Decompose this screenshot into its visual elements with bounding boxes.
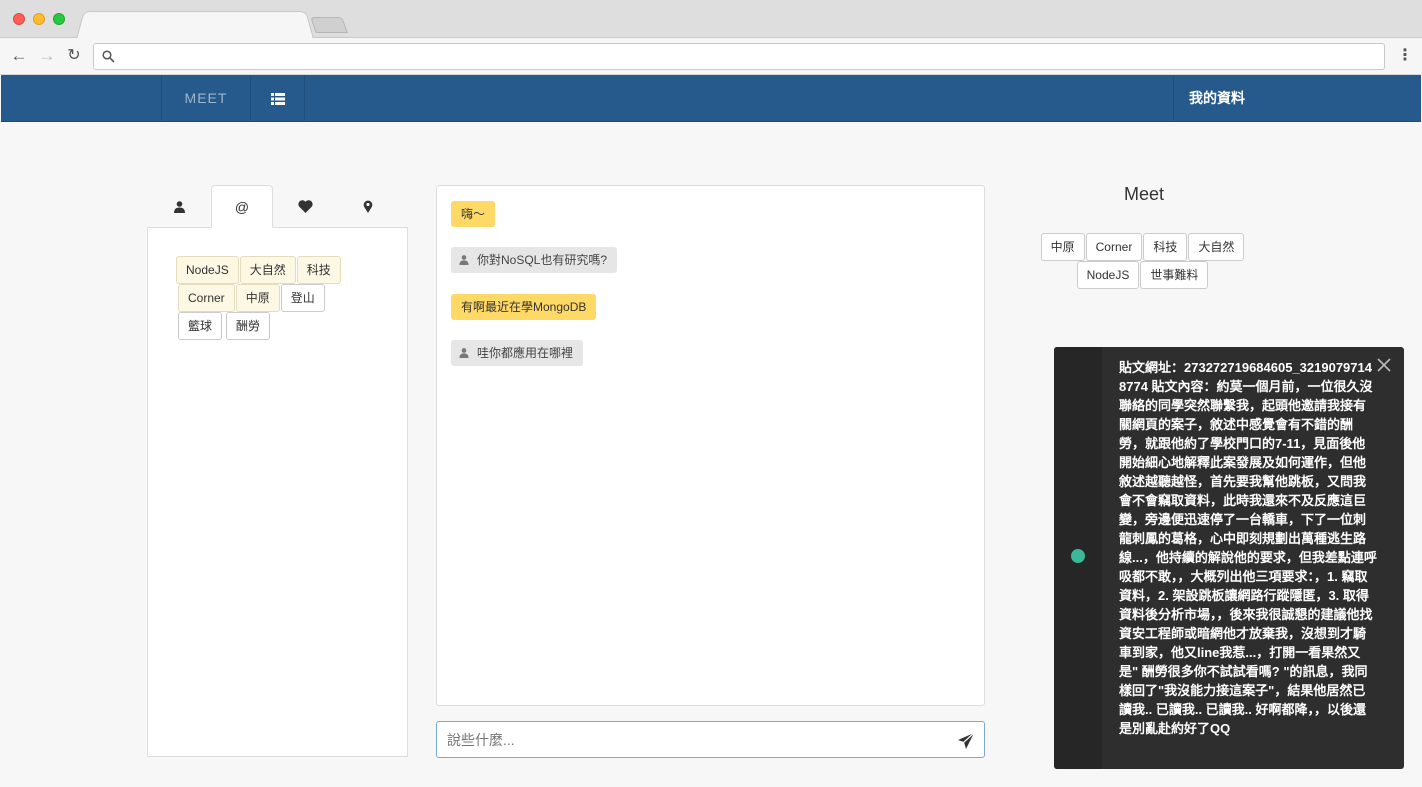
forward-arrow-icon[interactable]: → <box>37 46 57 66</box>
interest-tag[interactable]: 科技 <box>296 256 341 284</box>
message-text: 哇你都應用在哪裡 <box>477 346 574 360</box>
match-tag-list: 中原 Corner 科技 大自然 NodeJS 世事難料 <box>1030 233 1256 289</box>
match-tag[interactable]: 大自然 <box>1188 233 1245 261</box>
at-label: @ <box>234 198 250 215</box>
status-dot-icon <box>1071 549 1085 563</box>
minimize-window-button[interactable] <box>33 13 45 25</box>
close-window-button[interactable] <box>13 13 25 25</box>
match-tag[interactable]: 科技 <box>1143 233 1188 261</box>
interest-tag[interactable]: Corner <box>178 284 235 312</box>
list-menu-button[interactable] <box>251 75 305 122</box>
chat-window: 嗨～ 你對NoSQL也有研究嗎? 有啊最近在學MongoDB 哇你都應用在哪裡 <box>436 185 985 706</box>
app-navbar: MEET 我的資料 <box>1 75 1421 122</box>
left-tab-bar: @ <box>148 185 408 228</box>
heart-icon <box>297 200 313 213</box>
address-bar[interactable] <box>93 43 1385 70</box>
user-icon <box>459 255 469 265</box>
send-icon[interactable] <box>957 732 975 750</box>
notification-text: 貼文網址：273272719684605_32190797148774 貼文內容… <box>1119 360 1377 736</box>
match-tag[interactable]: Corner <box>1085 233 1143 261</box>
reload-icon[interactable]: ↻ <box>64 46 84 66</box>
interest-tag[interactable]: 大自然 <box>239 256 296 284</box>
maximize-window-button[interactable] <box>53 13 65 25</box>
chat-message-received: 哇你都應用在哪裡 <box>451 340 584 366</box>
match-tag[interactable]: NodeJS <box>1076 261 1140 289</box>
user-icon <box>459 348 469 358</box>
chat-message-sent: 有啊最近在學MongoDB <box>451 294 597 320</box>
back-arrow-icon[interactable]: ← <box>9 46 29 66</box>
my-profile-link[interactable]: 我的資料 <box>1173 75 1422 122</box>
chat-input-box <box>436 721 985 758</box>
interest-panel: NodeJS 大自然 科技 Corner 中原 登山 籃球 酬勞 <box>147 227 408 757</box>
chat-message-sent: 嗨～ <box>451 201 496 227</box>
user-icon <box>173 200 185 213</box>
search-icon <box>102 50 115 63</box>
interest-tag[interactable]: 登山 <box>280 284 325 312</box>
browser-tab-active[interactable] <box>76 11 314 39</box>
browser-toolbar: ← → ↻ ⋮ <box>0 38 1422 75</box>
match-title: Meet <box>1123 184 1165 204</box>
interest-tag[interactable]: NodeJS <box>176 256 239 284</box>
tab-user[interactable] <box>148 185 210 228</box>
message-text: 你對NoSQL也有研究嗎? <box>477 253 608 267</box>
match-tag[interactable]: 中原 <box>1040 233 1085 261</box>
interest-tag[interactable]: 中原 <box>235 284 280 312</box>
post-notification: 貼文網址：273272719684605_32190797148774 貼文內容… <box>1054 347 1404 769</box>
match-tag[interactable]: 世事難料 <box>1140 261 1209 289</box>
browser-menu-icon[interactable]: ⋮ <box>1397 47 1413 67</box>
tab-location[interactable] <box>337 185 399 228</box>
tab-at[interactable]: @ <box>211 185 273 228</box>
brand-logo[interactable]: MEET <box>161 75 251 122</box>
list-icon <box>270 92 285 105</box>
browser-titlebar <box>0 0 1422 39</box>
message-input[interactable] <box>447 728 937 752</box>
interest-tag-list: NodeJS 大自然 科技 Corner 中原 登山 籃球 酬勞 <box>176 256 366 340</box>
new-tab-button[interactable] <box>310 17 348 33</box>
close-icon[interactable] <box>1376 357 1392 373</box>
interest-tag[interactable]: 籃球 <box>178 312 223 340</box>
tab-heart[interactable] <box>274 185 336 228</box>
map-marker-icon <box>363 200 373 213</box>
notification-sidebar <box>1054 347 1102 769</box>
chat-message-received: 你對NoSQL也有研究嗎? <box>451 247 618 273</box>
interest-tag[interactable]: 酬勞 <box>226 312 271 340</box>
